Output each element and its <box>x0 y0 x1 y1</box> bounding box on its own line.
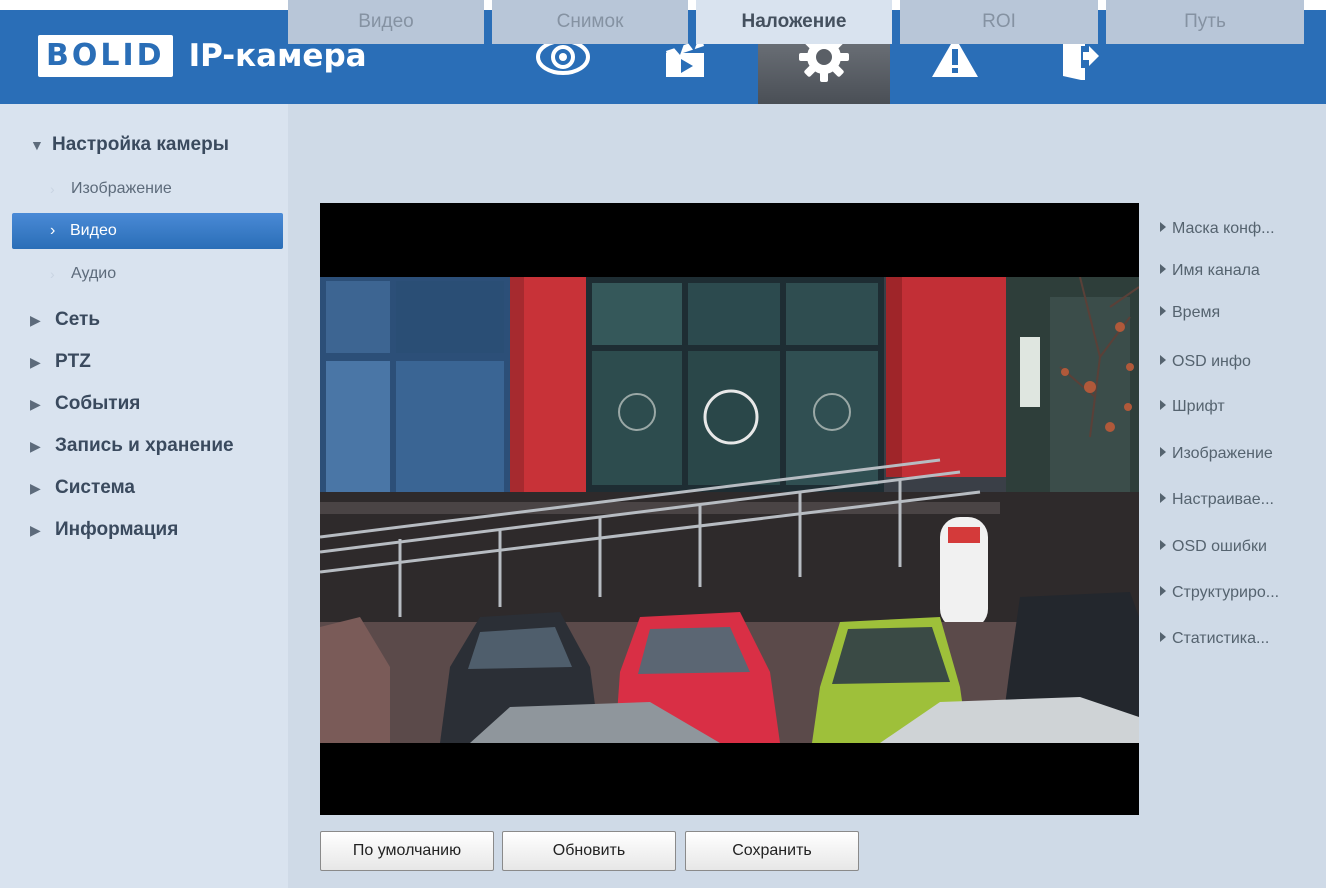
sidebar-item-label: Изображение <box>71 180 172 197</box>
option-osd-errors[interactable]: OSD ошибки <box>1160 538 1320 562</box>
triangle-right-icon <box>1160 631 1166 642</box>
option-label: Статистика... <box>1172 630 1270 647</box>
option-font[interactable]: Шрифт <box>1160 398 1320 422</box>
triangle-right-icon: ▶ <box>30 480 41 496</box>
chevron-right-icon: › <box>50 266 55 282</box>
triangle-right-icon <box>1160 221 1166 232</box>
triangle-right-icon: ▶ <box>30 438 41 454</box>
option-statistics[interactable]: Статистика... <box>1160 630 1320 654</box>
sidebar-item-label: Информация <box>55 519 179 540</box>
option-label: Маска конф... <box>1172 220 1275 237</box>
option-time[interactable]: Время <box>1160 304 1320 328</box>
tab-label: Путь <box>1184 11 1226 32</box>
logo-text: BOLID <box>38 35 173 77</box>
tab-label: Снимок <box>556 11 624 32</box>
sidebar-item-events[interactable]: ▶ События <box>0 386 288 422</box>
triangle-right-icon: ▶ <box>30 312 41 328</box>
sidebar-item-video[interactable]: › Видео <box>12 213 283 249</box>
sidebar-item-label: События <box>55 393 141 414</box>
option-privacy-mask[interactable]: Маска конф... <box>1160 220 1320 244</box>
tab-label: ROI <box>982 11 1016 32</box>
sidebar-item-storage[interactable]: ▶ Запись и хранение <box>0 428 288 464</box>
tab-path[interactable]: Путь <box>1106 0 1304 44</box>
triangle-right-icon <box>1160 354 1166 365</box>
chevron-right-icon: › <box>50 181 55 197</box>
option-label: Шрифт <box>1172 398 1225 415</box>
option-label: Структуриро... <box>1172 584 1280 601</box>
triangle-down-icon: ▼ <box>30 137 44 153</box>
sidebar-item-ptz[interactable]: ▶ PTZ <box>0 344 288 380</box>
sidebar-item-label: Аудио <box>71 265 117 282</box>
sidebar-item-network[interactable]: ▶ Сеть <box>0 302 288 338</box>
triangle-right-icon <box>1160 263 1166 274</box>
triangle-right-icon: ▶ <box>30 522 41 538</box>
triangle-right-icon <box>1160 492 1166 503</box>
triangle-right-icon <box>1160 446 1166 457</box>
option-structured[interactable]: Структуриро... <box>1160 584 1320 608</box>
sidebar-item-label: Система <box>55 477 135 498</box>
tab-video[interactable]: Видео <box>288 0 484 44</box>
sidebar-item-audio[interactable]: › Аудио <box>0 256 288 292</box>
tab-label: Наложение <box>741 11 847 32</box>
refresh-button[interactable]: Обновить <box>502 831 676 871</box>
option-label: Изображение <box>1172 445 1273 462</box>
option-image[interactable]: Изображение <box>1160 445 1320 469</box>
sidebar-item-label: PTZ <box>55 351 91 372</box>
option-label: Время <box>1172 304 1221 321</box>
video-preview[interactable] <box>320 203 1139 815</box>
option-channel-name[interactable]: Имя канала <box>1160 262 1320 286</box>
save-button[interactable]: Сохранить <box>685 831 859 871</box>
triangle-right-icon <box>1160 585 1166 596</box>
option-custom[interactable]: Настраивае... <box>1160 491 1320 515</box>
triangle-right-icon: ▶ <box>30 354 41 370</box>
tab-overlay[interactable]: Наложение <box>696 0 892 44</box>
sidebar-item-image[interactable]: › Изображение <box>0 171 288 207</box>
camera-image <box>320 277 1139 743</box>
default-button[interactable]: По умолчанию <box>320 831 494 871</box>
tab-label: Видео <box>358 11 414 32</box>
sidebar-item-label: Настройка камеры <box>52 134 229 155</box>
sidebar-item-camera-settings[interactable]: ▼ Настройка камеры <box>0 127 288 163</box>
triangle-right-icon <box>1160 399 1166 410</box>
tab-snapshot[interactable]: Снимок <box>492 0 688 44</box>
option-label: OSD инфо <box>1172 353 1251 370</box>
option-label: OSD ошибки <box>1172 538 1267 555</box>
triangle-right-icon: ▶ <box>30 396 41 412</box>
sidebar-item-label: Видео <box>70 222 117 239</box>
triangle-right-icon <box>1160 305 1166 316</box>
option-osd-info[interactable]: OSD инфо <box>1160 353 1320 377</box>
chevron-right-icon: › <box>50 222 56 239</box>
triangle-right-icon <box>1160 539 1166 550</box>
sidebar-item-label: Сеть <box>55 309 101 330</box>
sidebar-item-label: Запись и хранение <box>55 435 234 456</box>
tab-roi[interactable]: ROI <box>900 0 1098 44</box>
option-label: Настраивае... <box>1172 491 1274 508</box>
sidebar-item-information[interactable]: ▶ Информация <box>0 512 288 548</box>
sidebar-item-system[interactable]: ▶ Система <box>0 470 288 506</box>
option-label: Имя канала <box>1172 262 1260 279</box>
